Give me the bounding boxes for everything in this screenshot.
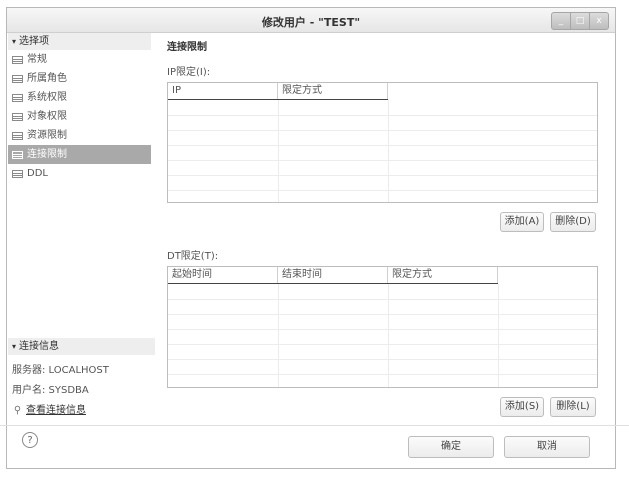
footer-divider: [0, 425, 629, 426]
minimize-button[interactable]: _: [552, 13, 570, 29]
page-title: 连接限制: [167, 42, 207, 53]
maximize-button[interactable]: □: [570, 13, 589, 29]
ip-table-header: IP 限定方式: [168, 83, 597, 100]
dt-limit-table[interactable]: 起始时间 结束时间 限定方式: [167, 266, 598, 388]
table-row: [168, 374, 597, 375]
chevron-down-icon: ▾: [12, 37, 17, 46]
sidebar-item-label: 对象权限: [27, 111, 67, 122]
table-row: [168, 115, 597, 116]
table-row: [168, 145, 597, 146]
header-divider: [168, 283, 498, 284]
column-header-end-time[interactable]: 结束时间: [278, 267, 388, 283]
chevron-down-icon: ▾: [12, 342, 17, 351]
delete-dt-button[interactable]: 删除(L): [550, 397, 596, 417]
sidebar-item-ddl[interactable]: DDL: [8, 164, 151, 183]
add-ip-button[interactable]: 添加(A): [500, 212, 544, 232]
table-row: [168, 175, 597, 176]
sidebar-item-system-privileges[interactable]: 系统权限: [8, 88, 151, 107]
sidebar-item-resource-limits[interactable]: 资源限制: [8, 126, 151, 145]
column-header-limit-mode[interactable]: 限定方式: [278, 83, 388, 99]
table-icon: [12, 93, 23, 102]
sidebar-item-roles[interactable]: 所属角色: [8, 69, 151, 88]
table-icon: [12, 169, 23, 178]
table-row: [168, 359, 597, 360]
username-info: 用户名: SYSDBA: [12, 385, 89, 396]
selection-header[interactable]: ▾ 选择项: [8, 33, 151, 50]
table-row: [168, 190, 597, 191]
column-header-start-time[interactable]: 起始时间: [168, 267, 278, 283]
sidebar-item-connection-limits[interactable]: 连接限制: [8, 145, 151, 164]
connection-link-icon: ⚲: [13, 405, 22, 416]
table-icon: [12, 150, 23, 159]
table-icon: [12, 131, 23, 140]
table-icon: [12, 74, 23, 83]
sidebar-item-label: 系统权限: [27, 92, 67, 103]
connection-info-header-label: 连接信息: [19, 341, 60, 352]
connection-info-header[interactable]: ▾ 连接信息: [8, 338, 155, 355]
sidebar-item-general[interactable]: 常规: [8, 50, 151, 69]
table-row: [168, 329, 597, 330]
sidebar-item-label: 连接限制: [27, 149, 67, 160]
sidebar-item-label: 所属角色: [27, 73, 67, 84]
sidebar-item-object-privileges[interactable]: 对象权限: [8, 107, 151, 126]
table-row: [168, 344, 597, 345]
close-button[interactable]: x: [589, 13, 608, 29]
ip-limit-table[interactable]: IP 限定方式: [167, 82, 598, 203]
server-info: 服务器: LOCALHOST: [12, 365, 109, 376]
add-dt-button[interactable]: 添加(S): [500, 397, 544, 417]
column-header-limit-mode[interactable]: 限定方式: [388, 267, 498, 283]
title-bar: 修改用户 - "TEST" _ □ x: [7, 8, 615, 33]
sidebar-item-label: 资源限制: [27, 130, 67, 141]
ip-limit-label: IP限定(I):: [167, 67, 211, 78]
selection-header-label: 选择项: [19, 36, 50, 47]
sidebar: ▾ 选择项 常规 所属角色 系统权限 对象权限 资源限制 连接限制 DDL: [8, 33, 151, 183]
window-controls: _ □ x: [551, 12, 609, 30]
ok-button[interactable]: 确定: [408, 436, 494, 458]
table-row: [168, 130, 597, 131]
sidebar-item-label: 常规: [27, 54, 47, 65]
dt-table-header: 起始时间 结束时间 限定方式: [168, 267, 597, 284]
cancel-button[interactable]: 取消: [504, 436, 590, 458]
view-connection-info-link[interactable]: 查看连接信息: [26, 405, 86, 416]
view-connection-info[interactable]: ⚲ 查看连接信息: [12, 401, 86, 416]
help-icon[interactable]: ?: [22, 432, 38, 448]
sidebar-item-label: DDL: [27, 168, 48, 179]
table-icon: [12, 112, 23, 121]
column-header-ip[interactable]: IP: [168, 83, 278, 99]
table-row: [168, 314, 597, 315]
table-icon: [12, 55, 23, 64]
window-title: 修改用户 - "TEST": [261, 16, 361, 29]
table-row: [168, 160, 597, 161]
delete-ip-button[interactable]: 删除(D): [550, 212, 596, 232]
table-row: [168, 299, 597, 300]
dt-limit-label: DT限定(T):: [167, 251, 219, 262]
